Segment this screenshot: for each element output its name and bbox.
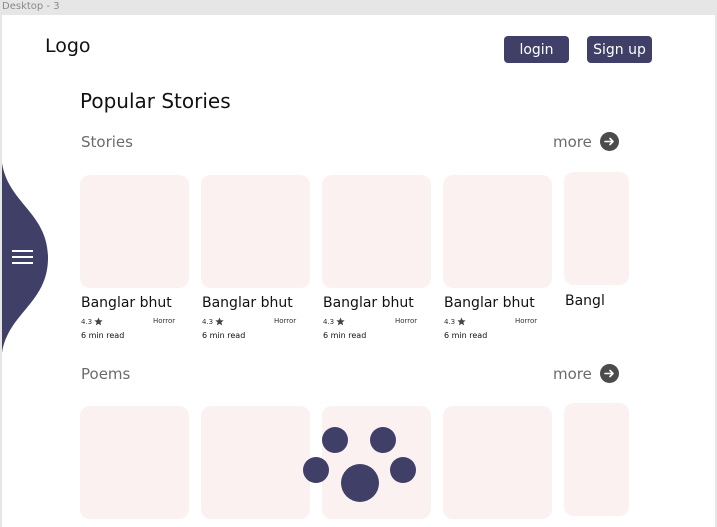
poem-card-image[interactable]	[201, 406, 310, 519]
signup-button[interactable]: Sign up	[587, 36, 652, 63]
login-button[interactable]: login	[504, 36, 569, 63]
story-title[interactable]: Banglar bhut	[323, 295, 414, 311]
side-menu-tab[interactable]	[2, 163, 52, 353]
star-icon	[336, 317, 345, 326]
poem-card-image[interactable]	[443, 406, 552, 519]
story-card-image[interactable]	[201, 175, 310, 288]
story-rating: 4.3	[202, 317, 224, 326]
star-icon	[215, 317, 224, 326]
story-card-image[interactable]	[443, 175, 552, 288]
arrow-right-icon[interactable]	[599, 364, 619, 383]
more-label: more	[553, 132, 592, 151]
story-card-image[interactable]	[322, 175, 431, 288]
logo[interactable]: Logo	[45, 35, 91, 57]
poems-section-title: Poems	[81, 365, 131, 383]
story-genre: Horror	[395, 317, 418, 325]
star-icon	[457, 317, 466, 326]
rating-value: 4.3	[202, 317, 214, 326]
poem-card-image[interactable]	[322, 406, 431, 519]
poem-card-image[interactable]	[564, 403, 629, 516]
story-read-time: 6 min read	[444, 331, 488, 340]
story-title[interactable]: Bangl	[565, 293, 605, 309]
more-label: more	[553, 364, 592, 383]
story-title[interactable]: Banglar bhut	[202, 295, 293, 311]
page-title: Popular Stories	[80, 89, 231, 113]
story-rating: 4.3	[323, 317, 345, 326]
stories-section-title: Stories	[81, 133, 133, 151]
story-genre: Horror	[515, 317, 538, 325]
arrow-right-icon[interactable]	[599, 132, 619, 151]
poems-more-link[interactable]: more	[553, 364, 619, 383]
story-rating: 4.3	[81, 317, 103, 326]
story-genre: Horror	[153, 317, 176, 325]
story-rating: 4.3	[444, 317, 466, 326]
story-card-image[interactable]	[80, 175, 189, 288]
frame-label: Desktop - 3	[2, 1, 60, 12]
story-read-time: 6 min read	[202, 331, 246, 340]
side-menu-shape	[2, 163, 48, 353]
rating-value: 4.3	[81, 317, 93, 326]
story-read-time: 6 min read	[81, 331, 125, 340]
rating-value: 4.3	[444, 317, 456, 326]
story-genre: Horror	[274, 317, 297, 325]
story-card-image[interactable]	[564, 172, 629, 285]
page-canvas: Logo login Sign up Popular Stories Stori…	[2, 15, 715, 527]
story-read-time: 6 min read	[323, 331, 367, 340]
rating-value: 4.3	[323, 317, 335, 326]
star-icon	[94, 317, 103, 326]
story-title[interactable]: Banglar bhut	[81, 295, 172, 311]
story-title[interactable]: Banglar bhut	[444, 295, 535, 311]
stories-more-link[interactable]: more	[553, 132, 619, 151]
poem-card-image[interactable]	[80, 406, 189, 519]
